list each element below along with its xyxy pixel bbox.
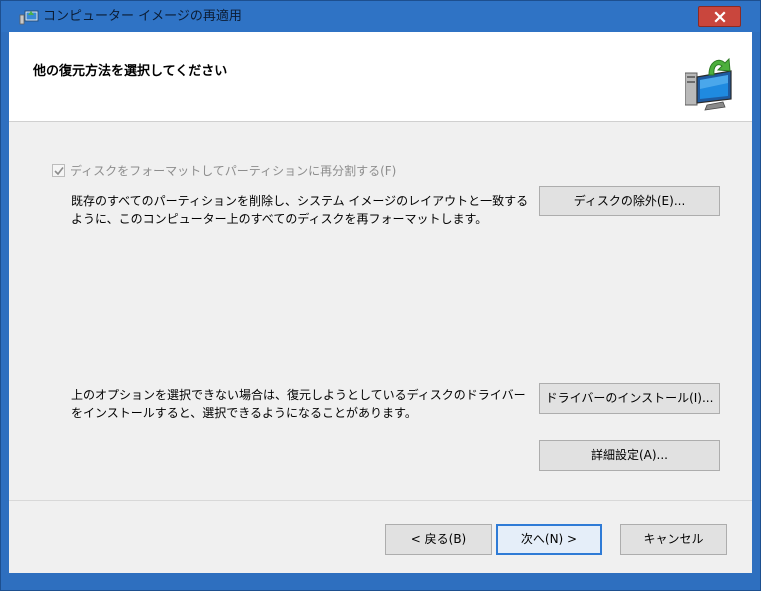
cancel-button[interactable]: キャンセル (620, 524, 727, 555)
dialog-window: コンピューター イメージの再適用 他の復元方法を選択してください ディスクをフォ… (0, 0, 761, 591)
header-pane: 他の復元方法を選択してください (9, 32, 752, 122)
advanced-button[interactable]: 詳細設定(A)... (539, 440, 720, 471)
format-desc-line-2: ように、このコンピューター上のすべてのディスクを再フォーマットします。 (71, 212, 488, 226)
dialog-client-area: 他の復元方法を選択してください ディスクをフォーマットしてパーティションに再分割… (9, 32, 752, 573)
driver-desc-line-1: 上のオプションを選択できない場合は、復元しようとしているディスクのドライバー (71, 388, 526, 402)
checkmark-icon (54, 167, 64, 176)
computer-restore-icon (685, 57, 732, 111)
install-driver-button[interactable]: ドライバーのインストール(I)... (539, 383, 720, 414)
format-disk-label: ディスクをフォーマットしてパーティションに再分割する(F) (70, 164, 397, 178)
driver-desc-line-2: をインストールすると、選択できるようになることがあります。 (71, 406, 417, 420)
close-button[interactable] (698, 6, 741, 27)
format-disk-description: 既存のすべてのパーティションを削除し、システム イメージのレイアウトと一致する … (71, 192, 528, 228)
window-title: コンピューター イメージの再適用 (43, 9, 242, 24)
back-button[interactable]: < 戻る(B) (385, 524, 492, 555)
next-button[interactable]: 次へ(N) > (496, 524, 602, 555)
format-disk-checkbox[interactable] (52, 164, 65, 177)
footer-pane: < 戻る(B) 次へ(N) > キャンセル (9, 501, 752, 573)
driver-description: 上のオプションを選択できない場合は、復元しようとしているディスクのドライバー を… (71, 386, 526, 422)
app-icon (19, 10, 39, 25)
close-icon (714, 11, 726, 23)
title-bar[interactable]: コンピューター イメージの再適用 (1, 1, 760, 32)
exclude-disks-button[interactable]: ディスクの除外(E)... (539, 186, 720, 216)
page-title: 他の復元方法を選択してください (33, 64, 228, 79)
format-desc-line-1: 既存のすべてのパーティションを削除し、システム イメージのレイアウトと一致する (71, 194, 529, 208)
